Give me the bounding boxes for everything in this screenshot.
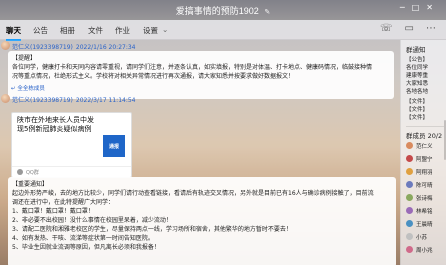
tab-bar: 聊天 公告 相册 文件 作业 设置 ⌄ ☏ ▭ ⋯ bbox=[0, 20, 446, 41]
window-controls: ─□✕ bbox=[400, 3, 440, 12]
message-line: 况等重点情况，杜绝形式主义。学校将对相关异常情况进行再次通报，请大家知悉并按要求… bbox=[12, 73, 295, 80]
group-name: 爱搞事情的预防1902 bbox=[175, 6, 259, 16]
video-icon[interactable]: ▭ bbox=[405, 23, 414, 34]
message-line: 3、请配二医院和湘雅老校区的学生，尽量保持两点一线，学习场所和宿舍，其他繁华的地… bbox=[12, 226, 292, 233]
message-bubble[interactable]: 【重要通知】 起边外形势严峻，去的地方比较少，同学们请行动查看链接，看请后有轨迹… bbox=[8, 177, 396, 265]
message-line: 【重要通知】 bbox=[12, 181, 49, 188]
card-footer: QQ群 bbox=[12, 166, 131, 177]
window-title: 爱搞事情的预防1902 ✎ bbox=[0, 4, 446, 17]
member-heading[interactable]: 群成员 20/2 bbox=[406, 130, 442, 140]
divider bbox=[406, 126, 444, 127]
member-item[interactable]: 范仁义 bbox=[406, 141, 446, 151]
file-notice[interactable]: 【文件】 bbox=[406, 97, 428, 105]
member-item[interactable]: 阿盟宁 bbox=[406, 154, 446, 164]
message-line: 5、毕业生因就业流调等原因，但凡离长必须和我报备！ bbox=[12, 244, 160, 251]
member-item[interactable]: 小苏 bbox=[406, 232, 446, 242]
minimize-button[interactable]: ─ bbox=[400, 3, 412, 12]
message-header: 范仁义(1923398719) 2022/1/16 20:27:34 bbox=[12, 42, 136, 51]
card-title: 陕市在外地来长人员中发现5例新冠肺炎疑似病例 bbox=[17, 116, 94, 133]
sender-name[interactable]: 范仁义 bbox=[12, 97, 30, 104]
notice-line: 各位同学 bbox=[406, 65, 429, 71]
member-avatar bbox=[406, 207, 413, 214]
tab-homework[interactable]: 作业 bbox=[115, 25, 130, 36]
message-time: 2022/1/16 20:27:34 bbox=[75, 44, 136, 51]
message-bubble[interactable]: 【提醒】 各位同学，健康打卡和天同内容请零重视，请同学们注意，并逐条认真，如实填… bbox=[8, 51, 394, 99]
member-item[interactable]: 阿翔羽 bbox=[406, 167, 446, 177]
at-all-members-link[interactable]: ↵ 全全栋成员 bbox=[11, 84, 45, 92]
avatar[interactable] bbox=[1, 41, 10, 50]
title-bar: 爱搞事情的预防1902 ✎ ─□✕ bbox=[0, 0, 446, 20]
tab-notice[interactable]: 公告 bbox=[33, 25, 48, 36]
more-icon[interactable]: ⋯ bbox=[426, 23, 436, 34]
member-avatar bbox=[406, 246, 413, 253]
member-name: 阿盟宁 bbox=[416, 157, 433, 163]
sender-qq: (1923398719) bbox=[30, 97, 73, 104]
tab-files[interactable]: 文件 bbox=[88, 25, 103, 36]
message-time: 2022/3/17 11:14:54 bbox=[75, 97, 136, 104]
sender-name[interactable]: 范仁义 bbox=[12, 44, 30, 51]
tab-settings[interactable]: 设置 bbox=[143, 25, 158, 36]
shared-link-card[interactable]: 陕市在外地来长人员中发现5例新冠肺炎疑似病例 通报 QQ群 bbox=[11, 112, 132, 178]
member-name: 阿翔羽 bbox=[416, 170, 433, 176]
notice-line: 各地各地 bbox=[406, 89, 429, 95]
file-notice[interactable]: 【文件】 bbox=[406, 105, 428, 113]
chat-area[interactable]: 范仁义(1923398719) 2022/1/16 20:27:34 【提醒】 各… bbox=[0, 40, 400, 265]
message-line: 2、非必要不出校园！没什么事情在校园里呆着，减少流动！ bbox=[12, 217, 172, 224]
member-avatar bbox=[406, 155, 413, 162]
member-name: 张诗梅 bbox=[416, 196, 433, 202]
member-name: 王晨晴 bbox=[416, 222, 433, 228]
member-avatar bbox=[406, 142, 413, 149]
close-button[interactable]: ✕ bbox=[426, 3, 440, 12]
message-line: 1、戴口罩！戴口罩！戴口罩！ bbox=[12, 208, 94, 215]
member-avatar bbox=[406, 181, 413, 188]
maximize-button[interactable]: □ bbox=[412, 3, 427, 12]
member-name: 范仁义 bbox=[416, 144, 433, 150]
member-avatar bbox=[406, 233, 413, 240]
pencil-icon[interactable]: ✎ bbox=[264, 9, 270, 16]
member-avatar bbox=[406, 194, 413, 201]
chevron-down-icon[interactable]: ⌄ bbox=[162, 25, 168, 34]
card-thumbnail: 通报 bbox=[103, 135, 125, 157]
message-header: 范仁义(1923398719) 2022/3/17 11:14:54 bbox=[12, 95, 136, 104]
message-line: 4、如有发热、干咳、流涕等症状第一时间告知医院。 bbox=[12, 235, 154, 242]
member-item[interactable]: 陈可晴 bbox=[406, 180, 446, 190]
message-line: 起边外形势严峻，去的地方比较少，同学们请行动查看链接，看请后有轨迹交叉情况，另外… bbox=[12, 190, 374, 197]
member-item[interactable]: 张诗梅 bbox=[406, 193, 446, 203]
member-name: 林希铭 bbox=[416, 209, 433, 215]
tab-album[interactable]: 相册 bbox=[60, 25, 75, 36]
group-notice-heading[interactable]: 群通知 bbox=[406, 44, 426, 54]
card-source: QQ群 bbox=[26, 170, 39, 176]
member-item[interactable]: 周小兆 bbox=[406, 245, 446, 255]
tab-actions: ☏ ▭ ⋯ bbox=[368, 23, 436, 34]
notice-label: 【公告】 bbox=[406, 57, 429, 63]
qq-logo-icon bbox=[17, 169, 23, 175]
avatar[interactable] bbox=[1, 94, 10, 103]
member-item[interactable]: 林希铭 bbox=[406, 206, 446, 216]
notice-line: 大家知悉 bbox=[406, 81, 429, 87]
phone-icon[interactable]: ☏ bbox=[380, 23, 393, 34]
member-avatar bbox=[406, 168, 413, 175]
member-name: 小苏 bbox=[416, 235, 428, 241]
group-sidebar: 群通知 【公告】 各位同学 建康等重 大家知悉 各地各地 【文件】 【文件】 【… bbox=[400, 40, 446, 265]
member-avatar bbox=[406, 220, 413, 227]
message-line: 调还在进行中，在此特提醒广大同学： bbox=[12, 199, 115, 206]
member-name: 陈可晴 bbox=[416, 183, 433, 189]
sender-qq: (1923398719) bbox=[30, 44, 73, 51]
notice-line: 建康等重 bbox=[406, 73, 429, 79]
message-line: 【提醒】 bbox=[12, 55, 37, 62]
member-item[interactable]: 王晨晴 bbox=[406, 219, 446, 229]
tab-chat[interactable]: 聊天 bbox=[6, 25, 21, 41]
member-name: 周小兆 bbox=[416, 248, 433, 254]
message-line: 各位同学，健康打卡和天同内容请零重视，请同学们注意，并逐条认真，如实填报，特别是… bbox=[12, 64, 373, 71]
file-notice[interactable]: 【文件】 bbox=[406, 113, 428, 121]
